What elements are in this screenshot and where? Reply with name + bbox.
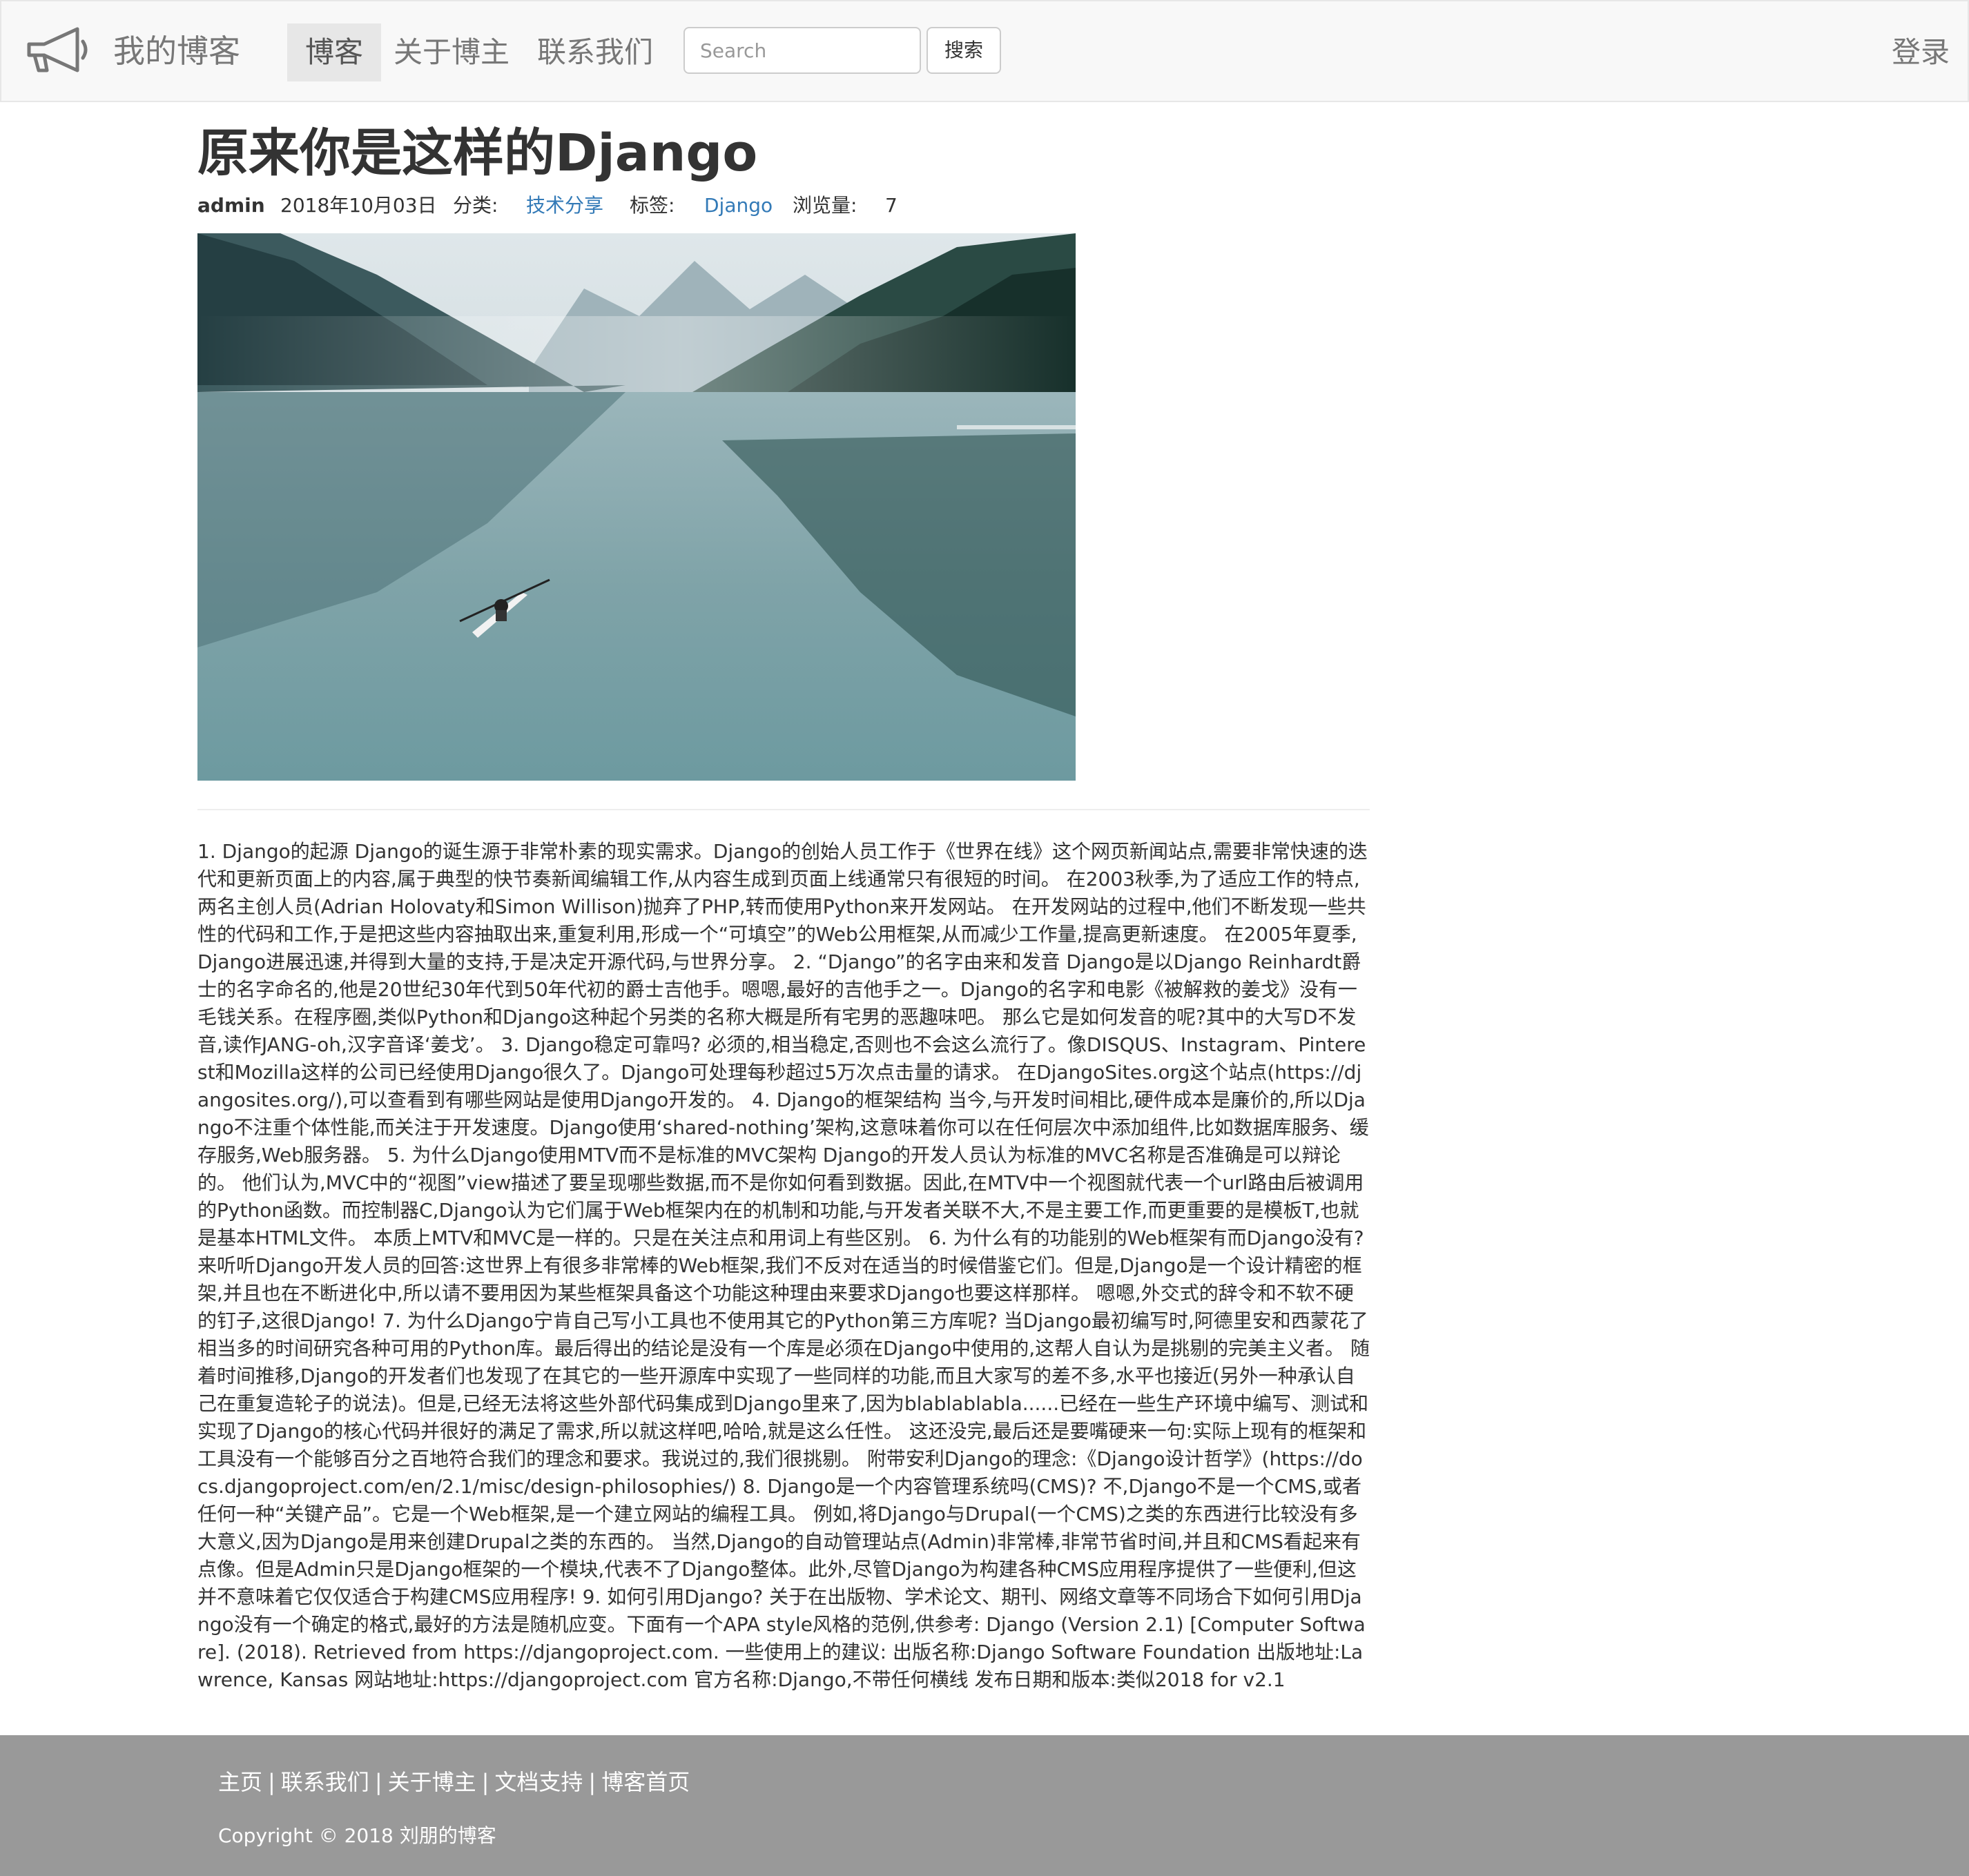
content-divider: [197, 809, 1370, 810]
footer-link-about[interactable]: 关于博主: [388, 1769, 476, 1795]
nav-item-contact[interactable]: 联系我们: [519, 23, 671, 81]
category-link[interactable]: 技术分享: [526, 194, 603, 217]
footer-separator: |: [481, 1769, 489, 1795]
views-count: 7: [885, 194, 898, 217]
publish-date: 2018年10月03日: [280, 194, 437, 217]
nav-item-about[interactable]: 关于博主: [376, 23, 527, 81]
megaphone-icon[interactable]: [23, 22, 93, 77]
article-title: 原来你是这样的Django: [197, 124, 758, 183]
search-input[interactable]: [683, 27, 921, 74]
brand-title[interactable]: 我的博客: [113, 26, 240, 76]
article-image: [197, 233, 1076, 781]
tag-label: 标签:: [630, 194, 675, 217]
category-label: 分类:: [453, 194, 498, 217]
copyright: Copyright © 2018 刘朋的博客: [218, 1824, 496, 1847]
article-body: 1. Django的起源 Django的诞生源于非常朴素的现实需求。Django…: [197, 840, 1370, 1691]
footer-separator: |: [588, 1769, 596, 1795]
tag-link[interactable]: Django: [704, 194, 773, 217]
views-label: 浏览量:: [793, 194, 857, 217]
author-name: admin: [197, 194, 265, 217]
navbar: 我的博客 博客 关于博主 联系我们 搜索 登录: [0, 0, 1969, 102]
footer: 主页 | 联系我们 | 关于博主 | 文档支持 | 博客首页 Copyright © 2018 …: [0, 1735, 1969, 1876]
nav-item-blog[interactable]: 博客: [287, 23, 382, 81]
search-button[interactable]: 搜索: [927, 27, 1001, 74]
footer-link-docs[interactable]: 文档支持: [494, 1769, 583, 1795]
footer-link-contact[interactable]: 联系我们: [281, 1769, 369, 1795]
footer-separator: |: [268, 1769, 275, 1795]
footer-link-home[interactable]: 主页: [218, 1769, 262, 1795]
footer-link-blog-home[interactable]: 博客首页: [601, 1769, 690, 1795]
login-link[interactable]: 登录: [1892, 23, 1950, 81]
footer-links: 主页 | 联系我们 | 关于博主 | 文档支持 | 博客首页: [218, 1755, 690, 1810]
footer-separator: |: [374, 1769, 382, 1795]
